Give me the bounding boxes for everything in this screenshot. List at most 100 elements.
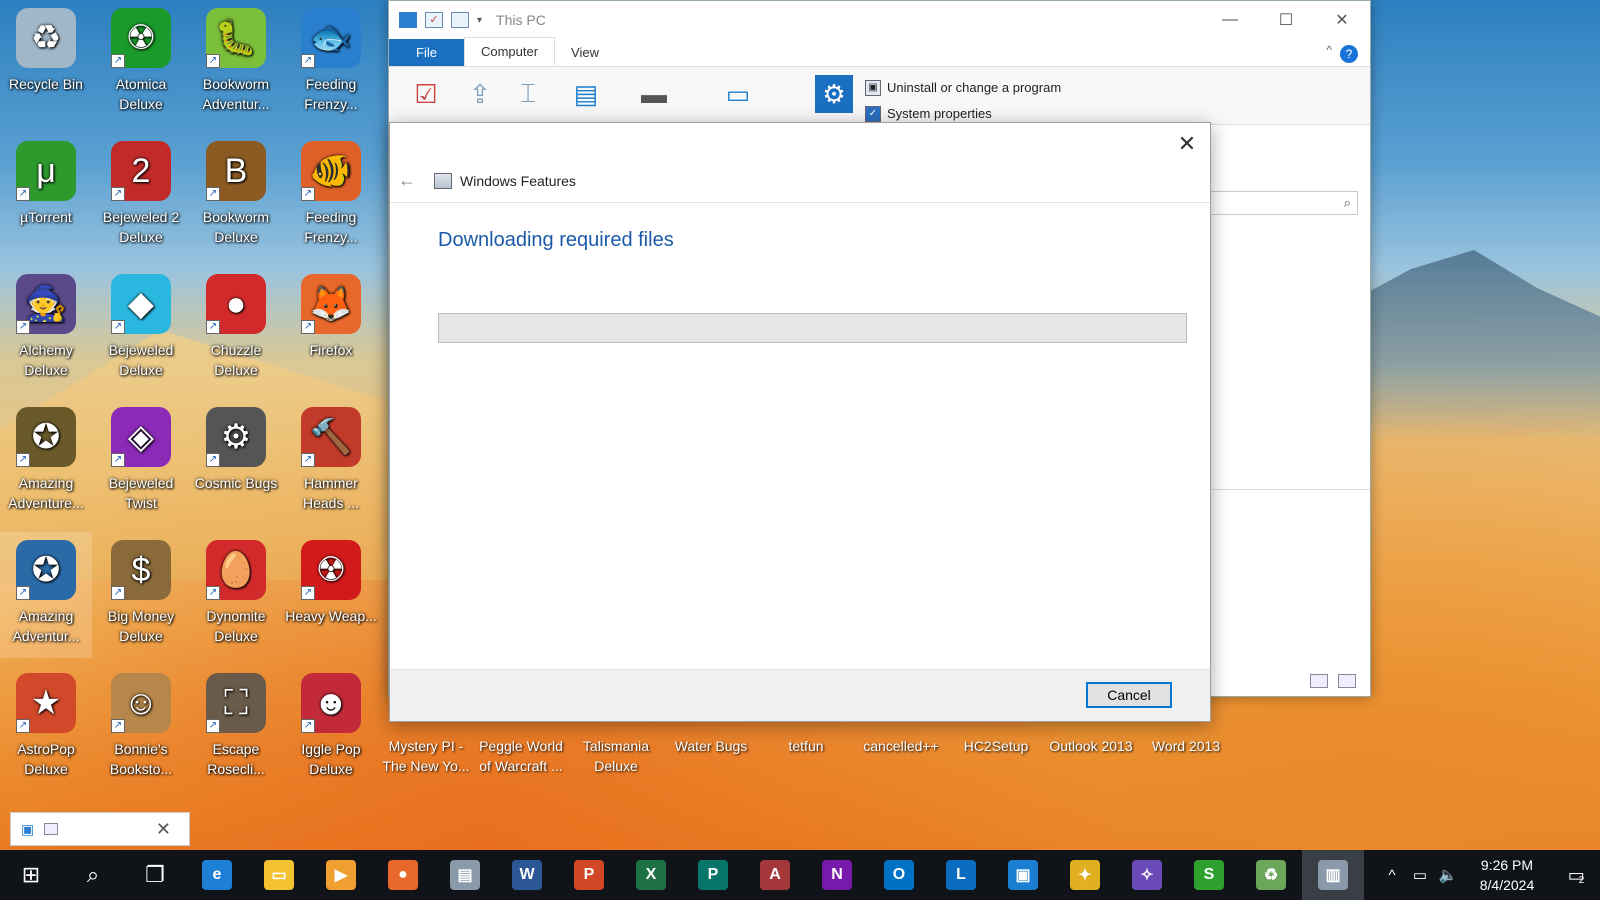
tab-computer[interactable]: Computer (463, 37, 556, 66)
taskbar-app-button[interactable]: ♻ (1240, 850, 1302, 900)
rename-ribbon-icon[interactable]: ⌶ (509, 75, 547, 113)
search-button[interactable]: ⌕ (62, 850, 124, 900)
desktop-icon[interactable]: ☢ ↗ Atomica Deluxe (95, 0, 187, 126)
back-arrow-icon[interactable]: ← (398, 170, 420, 191)
access-media-ribbon-icon[interactable]: ▤ (567, 75, 605, 113)
show-hidden-icons-icon[interactable]: ^ (1378, 867, 1406, 884)
taskbar-app-button[interactable]: P (558, 850, 620, 900)
maximize-button[interactable]: ☐ (1258, 1, 1314, 39)
desktop-icon[interactable]: B ↗ Bookworm Deluxe (190, 133, 282, 259)
desktop-icon[interactable]: 🥚 ↗ Dynomite Deluxe (190, 532, 282, 658)
desktop-icon-label[interactable]: cancelled++ (855, 736, 947, 756)
desktop-icon[interactable]: $ ↗ Big Money Deluxe (95, 532, 187, 658)
desktop-icon[interactable]: μ ↗ µTorrent (0, 133, 92, 259)
action-center-button[interactable]: ▭ 2 (1552, 865, 1600, 886)
taskbar-app-button[interactable]: ✦ (1054, 850, 1116, 900)
taskbar-app-button[interactable]: O (868, 850, 930, 900)
search-input[interactable]: ⌕ (1208, 191, 1358, 215)
desktop-icon[interactable]: ◆ ↗ Bejeweled Deluxe (95, 266, 187, 392)
atomica-icon: ☢ ↗ (111, 8, 171, 68)
desktop-icon[interactable]: ☺ ↗ Bonnie's Booksto... (95, 665, 187, 791)
feeding-frenzy-icon: 🐟 ↗ (301, 8, 361, 68)
desktop-icon[interactable]: ✪ ↗ Amazing Adventure... (0, 399, 92, 525)
desktop-icon-label: Bejeweled Twist (108, 475, 174, 511)
taskbar-app-button[interactable]: ▶ (310, 850, 372, 900)
open-settings-ribbon-icon[interactable]: ⚙ (815, 75, 853, 113)
minimize-button[interactable]: — (1202, 1, 1258, 39)
uninstall-program-link[interactable]: ▣ Uninstall or change a program (865, 75, 1061, 101)
desktop-icon[interactable]: 🦊 ↗ Firefox (285, 266, 377, 392)
desktop-icon[interactable]: ● ↗ Chuzzle Deluxe (190, 266, 282, 392)
desktop-icon[interactable]: ◈ ↗ Bejeweled Twist (95, 399, 187, 525)
desktop-icon[interactable]: 🐛 ↗ Bookworm Adventur... (190, 0, 282, 126)
desktop-icon[interactable]: 🧙 ↗ Alchemy Deluxe (0, 266, 92, 392)
desktop-icon[interactable]: ⛶ ↗ Escape Rosecli... (190, 665, 282, 791)
uninstall-program-label: Uninstall or change a program (887, 80, 1062, 95)
start-button[interactable]: ⊞ (0, 850, 62, 900)
volume-muted-icon[interactable]: 🔈 (1434, 866, 1462, 884)
access-icon: A (760, 860, 790, 890)
taskbar-app-button[interactable]: ▥ (1302, 850, 1364, 900)
taskbar-app-button[interactable]: e (186, 850, 248, 900)
desktop-icon[interactable]: ★ ↗ AstroPop Deluxe (0, 665, 92, 791)
taskbar-app-button[interactable]: ● (372, 850, 434, 900)
ribbon-collapse-icon[interactable]: ^ (1326, 43, 1332, 57)
close-button[interactable]: ✕ (1314, 1, 1370, 39)
clock[interactable]: 9:26 PM 8/4/2024 (1462, 855, 1552, 895)
taskbar-app-button[interactable]: S (1178, 850, 1240, 900)
map-network-drive-ribbon-icon[interactable]: ▬ (635, 75, 673, 113)
properties-icon[interactable]: ✓ (425, 12, 443, 28)
help-icon[interactable]: ? (1340, 45, 1358, 63)
desktop-icon[interactable]: 🔨 ↗ Hammer Heads ... (285, 399, 377, 525)
network-icon[interactable]: ▭ (1406, 866, 1434, 884)
pinned-apps: e ▭ ▶ ● ▤ W P X P A N O L ▣ ✦ ✧ S ♻ ▥ (186, 850, 1364, 900)
taskbar-app-button[interactable]: X (620, 850, 682, 900)
desktop-icon-label: AstroPop Deluxe (17, 741, 75, 777)
taskbar-thumbnail-preview[interactable]: ▣ ✕ (10, 812, 190, 846)
desktop-icon[interactable]: ⚙ ↗ Cosmic Bugs (190, 399, 282, 525)
this-pc-icon (399, 12, 417, 28)
desktop-icon-label[interactable]: Outlook 2013 (1045, 736, 1137, 756)
desktop-icon-label[interactable]: Word 2013 (1140, 736, 1232, 756)
taskbar-app-button[interactable]: ▤ (434, 850, 496, 900)
cancel-button[interactable]: Cancel (1086, 682, 1172, 708)
taskbar-app-button[interactable]: N (806, 850, 868, 900)
taskbar-app-button[interactable]: ▭ (248, 850, 310, 900)
open-ribbon-icon[interactable]: ⇪ (461, 75, 499, 113)
desktop-icon-label[interactable]: tetfun (760, 736, 852, 756)
details-view-icon[interactable] (1310, 674, 1328, 688)
desktop-icon[interactable]: ☢ ↗ Heavy Weap... (285, 532, 377, 658)
tab-file[interactable]: File (389, 39, 464, 66)
desktop-icon-label[interactable]: Talismania Deluxe (570, 736, 662, 776)
preview-window-icon (44, 823, 59, 835)
tab-view[interactable]: View (555, 39, 615, 66)
taskbar-app-button[interactable]: L (930, 850, 992, 900)
new-folder-icon[interactable] (451, 12, 469, 28)
download-progress-bar (438, 313, 1187, 343)
desktop-icon-label[interactable]: Mystery PI - The New Yo... (380, 736, 472, 776)
add-network-location-ribbon-icon[interactable]: ▭ (719, 75, 757, 113)
large-icons-view-icon[interactable] (1338, 674, 1356, 688)
desktop-icon[interactable]: ♻ Recycle Bin (0, 0, 92, 126)
desktop-icon-label: Bonnie's Booksto... (109, 741, 173, 777)
desktop-icon-label[interactable]: Peggle World of Warcraft ... (475, 736, 567, 776)
desktop-icon-label[interactable]: HC2Setup (950, 736, 1042, 756)
taskbar-app-button[interactable]: P (682, 850, 744, 900)
close-preview-icon[interactable]: ✕ (156, 819, 171, 840)
properties-ribbon-icon[interactable]: ☑ (407, 75, 445, 113)
desktop-icon-label: Bejeweled Deluxe (108, 342, 174, 378)
customize-quick-access-icon[interactable]: ▾ (477, 15, 482, 26)
desktop-icon[interactable]: 🐠 ↗ Feeding Frenzy... (285, 133, 377, 259)
taskbar-app-button[interactable]: ▣ (992, 850, 1054, 900)
desktop-icon[interactable]: 🐟 ↗ Feeding Frenzy... (285, 0, 377, 126)
taskbar-app-button[interactable]: A (744, 850, 806, 900)
amazing-adventures-2-icon: ✪ ↗ (16, 540, 76, 600)
desktop-icon[interactable]: ☻ ↗ Iggle Pop Deluxe (285, 665, 377, 791)
taskbar-app-button[interactable]: W (496, 850, 558, 900)
desktop-icon[interactable]: ✪ ↗ Amazing Adventur... (0, 532, 92, 658)
desktop-icon-label[interactable]: Water Bugs (665, 736, 757, 756)
dialog-close-button[interactable]: ✕ (1174, 131, 1200, 157)
taskbar-app-button[interactable]: ✧ (1116, 850, 1178, 900)
desktop-icon[interactable]: 2 ↗ Bejeweled 2 Deluxe (95, 133, 187, 259)
task-view-button[interactable]: ❐ (124, 850, 186, 900)
